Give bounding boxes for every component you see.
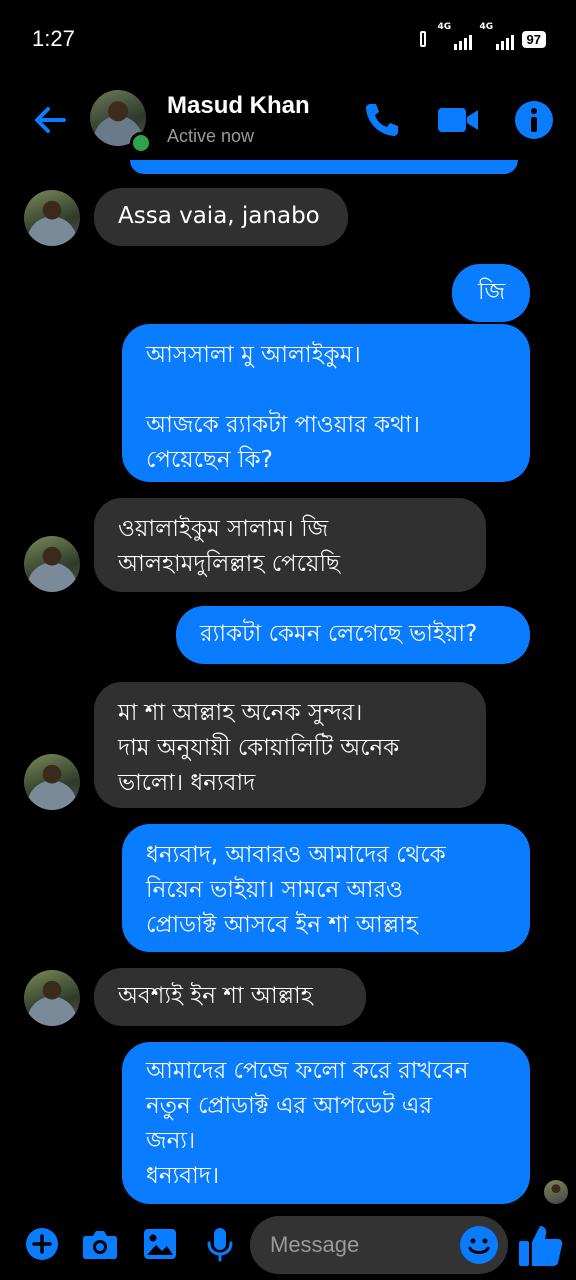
sender-avatar[interactable] <box>24 754 80 810</box>
plus-icon <box>26 1228 58 1260</box>
signal-icon: 4G <box>480 22 514 50</box>
audio-call-button[interactable] <box>360 98 404 142</box>
microphone-icon <box>207 1228 233 1262</box>
outgoing-message[interactable]: জি <box>452 264 530 322</box>
network-type-label: 4G <box>479 22 494 32</box>
incoming-message[interactable]: ওয়ালাইকুম সালাম। জি আলহামদুলিল্লাহ পেয়… <box>94 498 486 592</box>
message-composer <box>0 1210 576 1280</box>
network-type-label: 4G <box>437 22 452 32</box>
sender-avatar[interactable] <box>24 536 80 592</box>
outgoing-message[interactable]: আমাদের পেজে ফলো করে রাখবেন নতুন প্রোডাক্… <box>122 1042 530 1204</box>
chat-header: Masud Khan Active now <box>0 78 576 170</box>
seen-indicator-avatar <box>544 1180 568 1204</box>
outgoing-message[interactable]: আসসালা মু আলাইকুম। আজকে র‍্যাকটা পাওয়ার… <box>122 324 530 482</box>
messenger-chat-screen: 1:27 4G 4G 97 Masud Khan Active now Assa… <box>0 0 576 1280</box>
contact-name[interactable]: Masud Khan <box>167 92 310 120</box>
back-arrow-icon <box>35 107 66 133</box>
gallery-icon <box>144 1229 176 1259</box>
outgoing-message[interactable]: র‍্যাকটা কেমন লেগেছে ভাইয়া? <box>176 606 530 664</box>
incoming-message[interactable]: মা শা আল্লাহ অনেক সুন্দর। দাম অনুযায়ী ক… <box>94 682 486 808</box>
emoji-button[interactable] <box>458 1224 500 1266</box>
info-icon <box>515 101 553 139</box>
camera-button[interactable] <box>80 1224 120 1264</box>
signal-icon: 4G <box>438 22 472 50</box>
more-actions-button[interactable] <box>22 1224 62 1264</box>
phone-icon <box>366 104 398 136</box>
status-bar: 1:27 4G 4G 97 <box>0 0 576 78</box>
contact-active-status: Active now <box>167 126 255 146</box>
gallery-button[interactable] <box>140 1224 180 1264</box>
incoming-message[interactable]: Assa vaia, janabo <box>94 188 348 246</box>
sender-avatar[interactable] <box>24 970 80 1026</box>
camera-icon <box>83 1231 117 1259</box>
status-time: 1:27 <box>32 26 75 51</box>
conversation-info-button[interactable] <box>512 98 556 142</box>
voice-message-button[interactable] <box>200 1224 240 1264</box>
video-camera-icon <box>438 108 478 132</box>
incoming-message[interactable]: অবশ্যই ইন শা আল্লাহ <box>94 968 366 1026</box>
video-call-button[interactable] <box>436 98 480 142</box>
battery-indicator: 97 <box>521 30 546 48</box>
back-button[interactable] <box>30 100 70 140</box>
active-status-dot <box>130 132 152 154</box>
previous-message-bubble <box>130 160 518 174</box>
thumbs-up-icon <box>519 1226 563 1266</box>
outgoing-message[interactable]: ধন্যবাদ, আবারও আমাদের থেকে নিয়েন ভাইয়া… <box>122 824 530 952</box>
emoji-icon <box>460 1226 498 1264</box>
vibrate-icon <box>416 30 430 48</box>
status-icons: 4G 4G 97 <box>416 22 546 50</box>
send-like-button[interactable] <box>516 1220 566 1270</box>
sender-avatar[interactable] <box>24 190 80 246</box>
